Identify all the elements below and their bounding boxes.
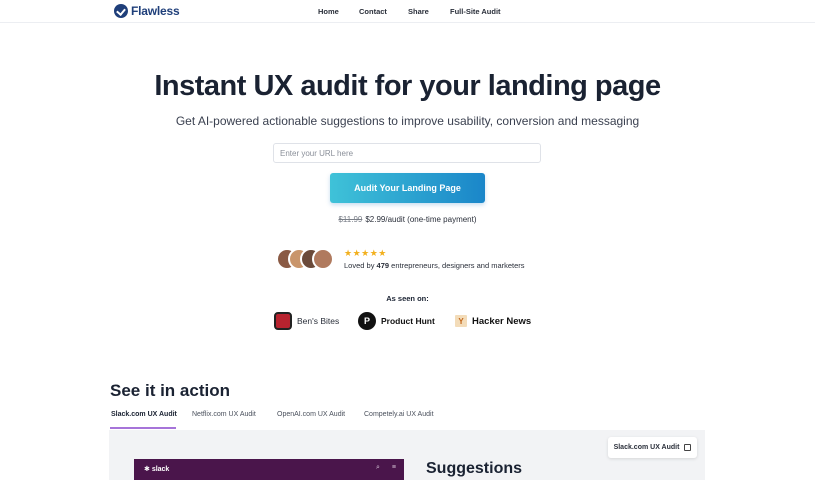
bens-bites-icon [274,312,292,330]
old-price: $11.99 [338,215,363,224]
press-hacker-news[interactable]: Y Hacker News [455,311,531,331]
suggestions-heading: Suggestions [426,460,523,477]
tab-openai[interactable]: OpenAI.com UX Audit [277,411,345,418]
active-tab-indicator [110,427,176,429]
nav-link-share[interactable]: Share [408,7,429,16]
price-line: $11.99 $2.99/audit (one-time payment) [0,215,815,224]
external-link-icon [684,444,692,451]
tab-netflix[interactable]: Netflix.com UX Audit [192,411,256,418]
as-seen-on-heading: As seen on: [386,294,429,303]
url-input[interactable] [273,143,541,163]
open-audit-link[interactable]: Slack.com UX Audit [608,437,697,458]
loved-prefix: Loved by [344,261,375,270]
hero-subtitle: Get AI-powered actionable suggestions to… [175,114,640,128]
loved-count: 479 [376,261,390,270]
star-rating: ★★★★★ [344,248,387,258]
press-name: Hacker News [472,315,532,327]
audit-button[interactable]: Audit Your Landing Page [330,173,485,203]
nav-link-contact[interactable]: Contact [359,7,387,16]
chip-label: Slack.com UX Audit [613,444,680,451]
preview-search-menu-icon: ⌕ ≡ [376,464,401,471]
brand-logo[interactable]: Flawless [114,4,180,18]
tab-competely[interactable]: Competely.ai UX Audit [364,411,434,418]
tab-slack[interactable]: Slack.com UX Audit [111,411,177,418]
product-hunt-icon: P [358,312,376,330]
nav-link-home[interactable]: Home [318,7,339,16]
avatar [312,248,334,270]
site-preview [134,459,404,480]
audit-tabs: Slack.com UX Audit Netflix.com UX Audit … [110,408,450,430]
press-name: Ben's Bites [297,316,340,326]
press-bens-bites[interactable]: Ben's Bites [274,311,339,331]
top-nav: Flawless Home Contact Share Full-Site Au… [0,0,815,23]
preview-logo: ✱ slack [144,466,170,473]
check-circle-icon [114,4,128,18]
current-price: $2.99/audit (one-time payment) [365,215,477,224]
press-name: Product Hunt [381,316,435,326]
loved-by-text: Loved by 479 entrepreneurs, designers an… [344,261,525,270]
brand-name: Flawless [131,4,180,18]
loved-suffix: entrepreneurs, designers and marketers [391,261,525,270]
section-title: See it in action [110,381,230,400]
press-product-hunt[interactable]: P Product Hunt [358,311,435,331]
hero-title: Instant UX audit for your landing page [154,70,661,102]
hacker-news-icon: Y [455,315,467,327]
nav-link-full-site-audit[interactable]: Full-Site Audit [450,7,501,16]
